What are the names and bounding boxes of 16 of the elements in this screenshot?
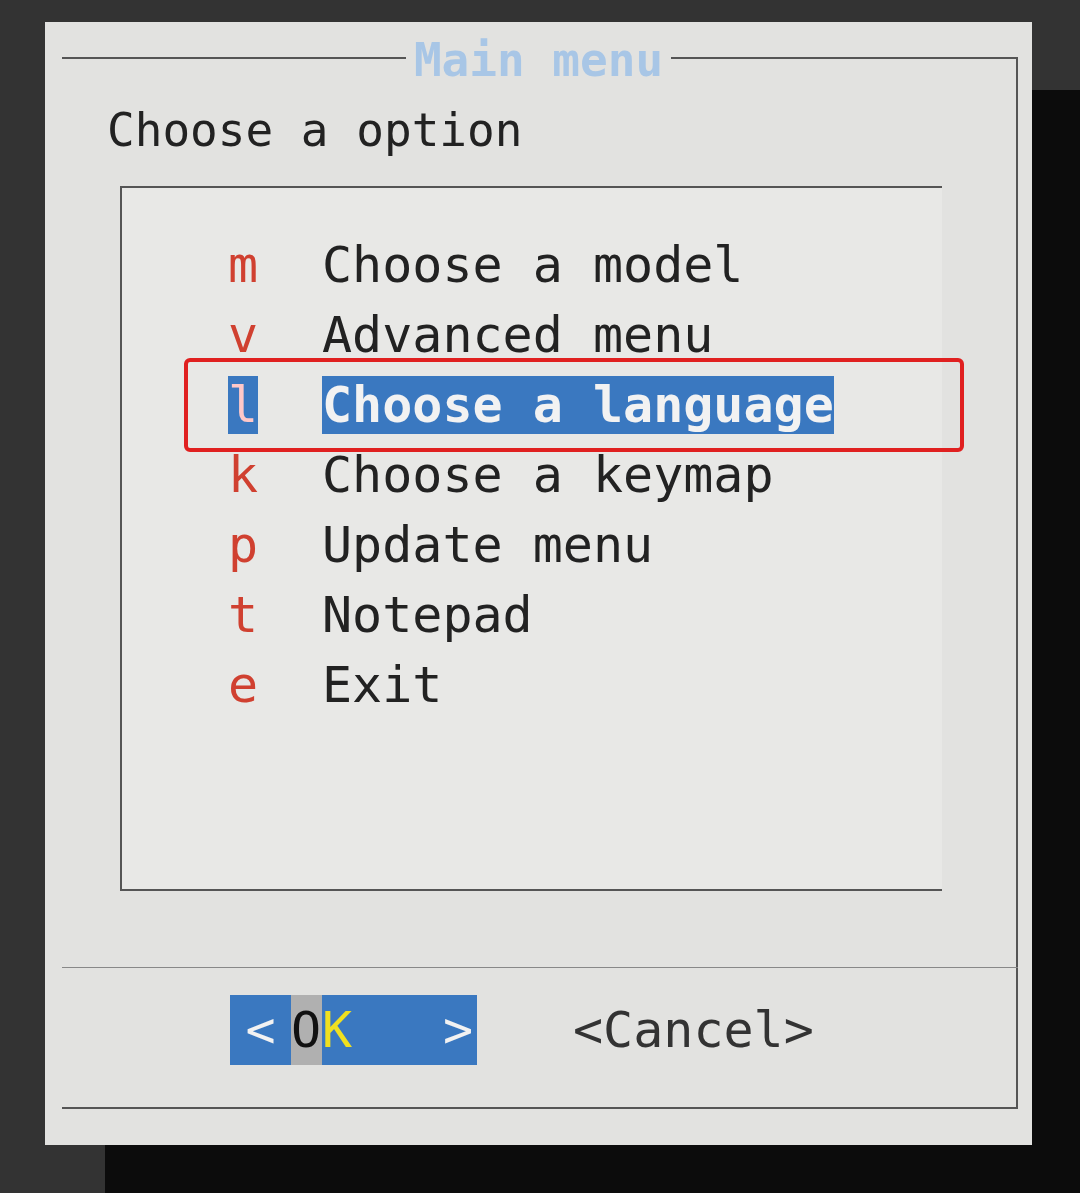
menu-item[interactable]: Advanced menu <box>322 306 714 364</box>
menu-item[interactable]: Choose a language <box>322 376 834 434</box>
menu-item[interactable]: Choose a keymap <box>322 446 774 504</box>
menu-hotkey: m <box>228 240 260 290</box>
cancel-button[interactable]: <Cancel> <box>569 995 818 1065</box>
menu-hotkey: v <box>228 310 260 360</box>
ok-button[interactable]: < OK > <box>230 995 477 1065</box>
menu-item[interactable]: Choose a model <box>322 236 744 294</box>
menu-item[interactable]: Exit <box>322 656 443 714</box>
menu-hotkey: p <box>228 520 260 570</box>
prompt-text: Choose a option <box>107 103 523 157</box>
menu-item[interactable]: Update menu <box>322 516 654 574</box>
menu-hotkey: e <box>228 660 260 710</box>
menu-hotkey: k <box>228 450 260 500</box>
menu-hotkey: t <box>228 590 260 640</box>
menu-item[interactable]: Notepad <box>322 586 533 644</box>
